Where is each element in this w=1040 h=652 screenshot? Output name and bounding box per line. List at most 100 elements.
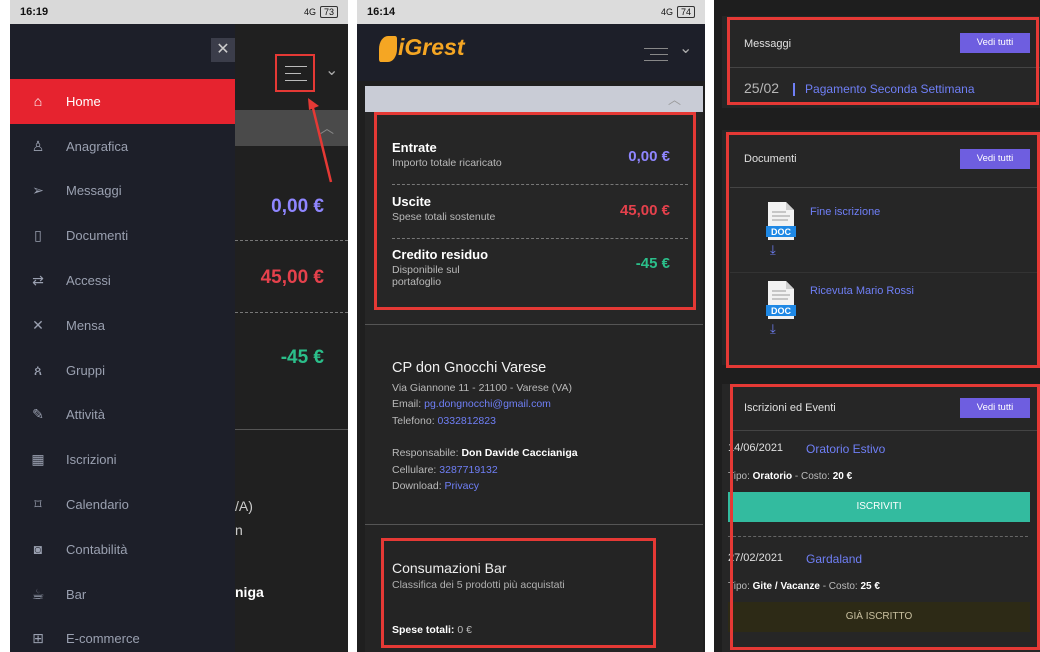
address-fragment: /A) [235,498,253,514]
chevron-down-icon[interactable]: ⌄ [325,60,338,80]
divider [235,240,348,241]
cutlery-icon: ✕ [32,316,44,333]
status-time: 16:19 [20,6,49,18]
drawer-item-label: Iscrizioni [66,452,117,468]
responsabile-label: Responsabile: [392,447,459,459]
responsabile-row: Responsabile: Don Davide Caccianiga [392,445,578,462]
summary-value: -45 € [635,255,670,272]
summary-row: Uscite Spese totali sostenute 45,00 € [392,194,692,223]
status-icons: 4G 73 [304,6,338,18]
hamburger-line [285,66,307,67]
send-icon: ➢ [32,182,44,199]
drawer-item-label: Gruppi [66,362,106,378]
uscite-value: 45,00 € [260,267,324,288]
drawer-item-gruppi[interactable]: ጰ Gruppi [10,348,235,393]
group-icon: ጰ [33,361,43,378]
screen-dashboard-lower: Messaggi Vedi tutti 25/02 Pagamento Secon… [714,0,1040,652]
email-link[interactable]: pg.dongnocchi@gmail.com [424,398,551,410]
drawer-item-label: Bar [66,586,87,602]
email-row: Email: pg.dongnocchi@gmail.com [392,396,578,413]
text-fragment: n [235,522,243,538]
phone-row: Telefono: 0332812823 [392,413,578,430]
drawer-item-label: E-commerce [66,631,140,647]
calendar-grid-icon: ▦ [31,451,45,468]
drawer-item-label: Anagrafica [66,138,129,154]
organization-card: CP don Gnocchi Varese Via Giannone 11 - … [365,324,703,524]
entrate-value: 0,00 € [271,196,324,217]
drawer-item-documenti[interactable]: ▯ Documenti [10,213,235,258]
close-drawer-button[interactable]: ✕ [211,38,235,62]
summary-subtitle: Disponibile sul portafoglio [392,264,460,288]
cup-icon: ☕ [31,585,45,602]
drawer-item-contabilit[interactable]: ◙ Contabilità [10,527,235,572]
hamburger-line [644,60,668,61]
highlight-box [381,538,656,648]
drawer-menu: ⌂ Home ♙ Anagrafica ➢ Messaggi ▯ Documenti ⇄ Acce… [10,79,235,652]
download-label: Download: [392,480,442,492]
summary-row: Entrate Importo totale ricaricato 0,00 € [392,140,692,169]
drawer-item-mensa[interactable]: ✕ Mensa [10,303,235,348]
home-icon: ⌂ [33,93,43,110]
drawer-item-label: Accessi [66,273,111,289]
divider [392,184,688,185]
divider [235,429,348,430]
cellulare-row: Cellulare: 3287719132 [392,462,578,479]
hamburger-menu-button[interactable] [640,48,668,66]
drawer-item-messaggi[interactable]: ➢ Messaggi [10,169,235,214]
highlight-box [726,132,1040,368]
cellulare-link[interactable]: 3287719132 [439,464,497,476]
download-row: Download: Privacy [392,478,578,495]
highlight-box [727,17,1039,105]
edit-icon: ✎ [32,406,44,423]
drawer-item-calendario[interactable]: ⌑ Calendario [10,482,235,527]
navigation-drawer: ✕ ⌂ Home ♙ Anagrafica ➢ Messaggi ▯ Documenti ⇄ Ac… [10,24,235,652]
credito-value: -45 € [280,347,324,368]
drawer-item-attivit[interactable]: ✎ Attività [10,393,235,438]
summary-value: 0,00 € [628,148,670,165]
cellulare-label: Cellulare: [392,463,437,476]
user-icon: ♙ [31,137,45,154]
chevron-down-icon[interactable]: ⌄ [679,38,692,58]
organization-info: CP don Gnocchi Varese Via Giannone 11 - … [392,360,578,495]
gift-icon: ⊞ [32,630,44,647]
phone-label: Telefono: [392,414,435,427]
battery-icon: 73 [319,6,338,18]
money-icon: ◙ [33,541,43,558]
drawer-item-ecommerce[interactable]: ⊞ E-commerce [10,617,235,652]
status-bar: 16:14 4G 74 [357,0,705,24]
collapse-strip[interactable]: ︿ [365,86,703,112]
drawer-item-label: Messaggi [66,183,122,199]
drawer-item-label: Home [66,93,101,109]
igrest-logo[interactable]: iGrest [379,34,464,62]
privacy-link[interactable]: Privacy [445,480,479,492]
status-icons: 4G 74 [661,6,695,18]
drawer-item-label: Mensa [66,317,106,333]
drawer-item-iscrizioni[interactable]: ▦ Iscrizioni [10,437,235,482]
drawer-item-home[interactable]: ⌂ Home [10,79,235,124]
screen-menu-open: 16:19 4G 73 ︿ 0,00 € 45,00 € -45 € /A) n… [10,0,348,652]
logo-mark-icon [379,35,397,62]
annotation-arrow [308,98,333,183]
hamburger-menu-button[interactable] [275,54,315,92]
bookmark-icon: ⌑ [34,496,42,513]
highlight-box [730,384,1040,650]
drawer-item-label: Contabilità [66,541,128,557]
app-header: iGrest ⌄ [357,24,705,81]
status-time: 16:14 [367,6,396,18]
status-bar: 16:19 4G 73 [10,0,348,24]
swap-icon: ⇄ [32,272,44,289]
document-icon: ▯ [34,227,42,244]
organization-address: Via Giannone 11 - 21100 - Varese (VA) [392,381,572,394]
divider [235,312,348,313]
phone-link[interactable]: 0332812823 [438,415,496,427]
screen-dashboard: 16:14 4G 74 iGrest ⌄ ︿ Entrate Importo to… [357,0,705,652]
drawer-item-anagrafica[interactable]: ♙ Anagrafica [10,124,235,169]
drawer-item-label: Documenti [66,228,129,244]
drawer-item-label: Attività [66,407,106,423]
drawer-item-accessi[interactable]: ⇄ Accessi [10,258,235,303]
drawer-item-bar[interactable]: ☕ Bar [10,572,235,617]
battery-icon: 74 [676,6,695,18]
email-label: Email: [392,398,422,410]
summary-value: 45,00 € [619,202,670,219]
